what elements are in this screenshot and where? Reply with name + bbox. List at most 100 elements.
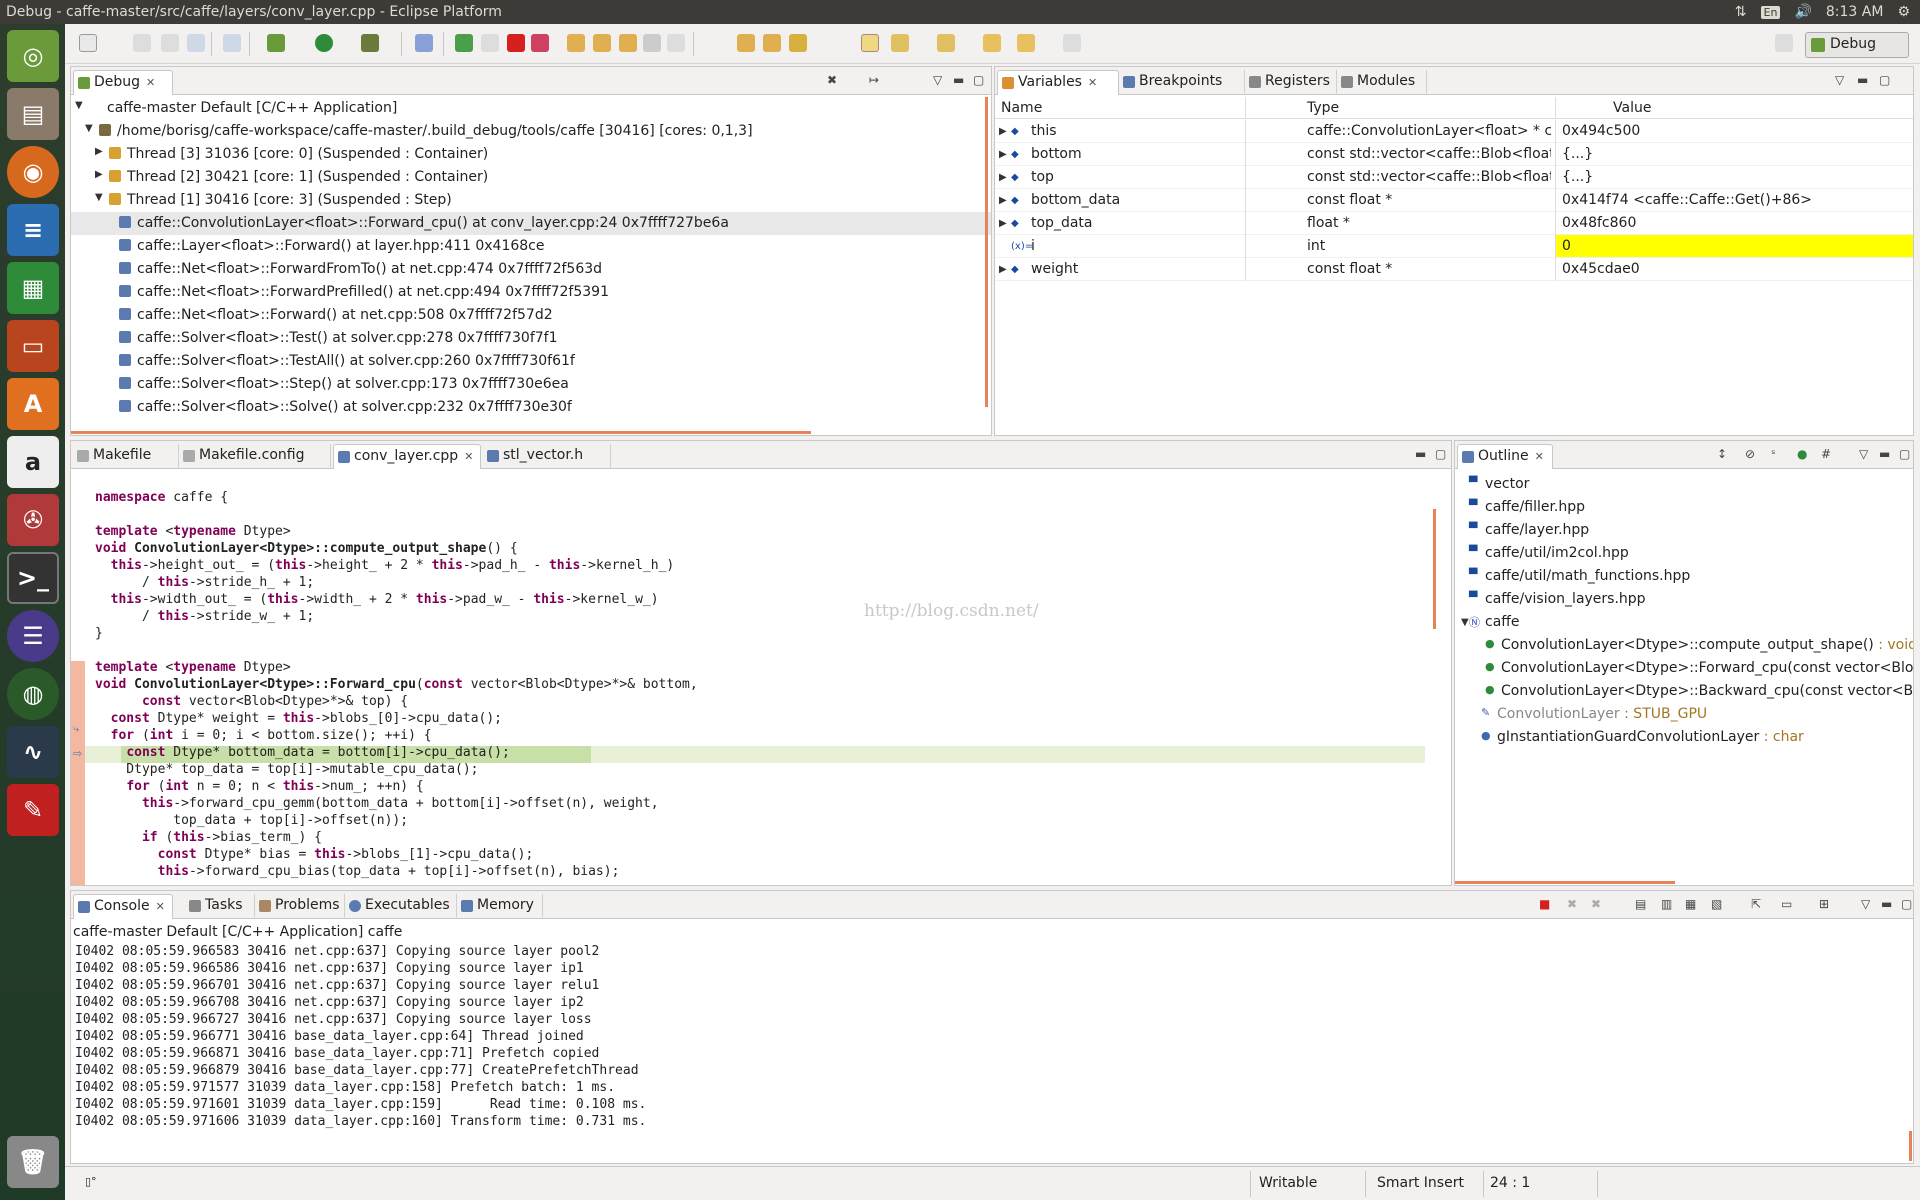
variable-row[interactable]: ▶ ◆ this caffe::ConvolutionLayer<float> * c… <box>995 120 1913 143</box>
minimize-icon[interactable]: ▬ <box>1415 447 1426 461</box>
expand-icon[interactable]: ▶ <box>999 195 1007 206</box>
close-icon[interactable]: ✕ <box>146 76 155 89</box>
outline-item[interactable]: ▀ vector <box>1455 473 1913 496</box>
tab-breakpoints[interactable]: Breakpoints <box>1119 70 1245 95</box>
settings-icon[interactable]: ✇ <box>7 494 59 546</box>
show-console-icon[interactable]: ▧ <box>1711 897 1722 911</box>
files-icon[interactable]: ▤ <box>7 88 59 140</box>
power-gear-icon[interactable]: ⚙ <box>1897 4 1910 20</box>
tab-registers[interactable]: Registers <box>1245 70 1337 95</box>
step-over-icon[interactable] <box>593 34 611 52</box>
tab-memory[interactable]: Memory <box>457 894 543 919</box>
hide-fields-icon[interactable]: ⊘ <box>1745 447 1755 461</box>
stack-frame[interactable]: caffe::Net<float>::ForwardPrefilled() at… <box>71 281 991 304</box>
outline-namespace[interactable]: ▼ Ⓝcaffe <box>1455 611 1913 634</box>
tree-thread[interactable]: ▼ Thread [1] 30416 [core: 3] (Suspended :… <box>71 189 991 212</box>
remove-all-icon[interactable]: ✖ <box>1591 897 1601 911</box>
suspend-icon[interactable] <box>481 34 499 52</box>
vertical-scrollbar[interactable] <box>1909 1131 1912 1161</box>
minimize-icon[interactable]: ▬ <box>1879 447 1890 461</box>
tree-app[interactable]: ▼ caffe-master Default [C/C++ Application… <box>71 97 991 120</box>
horizontal-scrollbar[interactable] <box>71 431 811 434</box>
save-icon[interactable] <box>133 34 151 52</box>
remove-launch-icon[interactable]: ✖ <box>1567 897 1577 911</box>
close-icon[interactable]: ✕ <box>1535 450 1544 463</box>
run-icon[interactable] <box>315 34 333 52</box>
pdf-icon[interactable]: ✎ <box>7 784 59 836</box>
display-console-icon[interactable]: ▭ <box>1781 897 1792 911</box>
skip-breakpoints-icon[interactable] <box>415 34 433 52</box>
resume-icon[interactable] <box>455 34 473 52</box>
outline-item[interactable]: ▀ caffe/vision_layers.hpp <box>1455 588 1913 611</box>
tab-problems[interactable]: Problems <box>255 894 345 919</box>
network-arrows-icon[interactable]: ⇅ <box>1735 4 1747 20</box>
clock[interactable]: 8:13 AM <box>1826 4 1884 20</box>
maximize-icon[interactable]: ▢ <box>973 73 984 87</box>
search-icon[interactable] <box>789 34 807 52</box>
minimize-icon[interactable]: ▬ <box>1857 73 1868 87</box>
stack-frame[interactable]: caffe::Solver<float>::TestAll() at solve… <box>71 350 991 373</box>
maximize-icon[interactable]: ▢ <box>1435 447 1446 461</box>
horizontal-scrollbar[interactable] <box>1455 881 1675 884</box>
expand-icon[interactable]: ▶ <box>999 149 1007 160</box>
variable-value[interactable]: 0x45cdae0 <box>1556 258 1913 280</box>
expand-icon[interactable]: ▶ <box>999 126 1007 137</box>
variable-row[interactable]: ▶ ◆ top_data float * 0x48fc860 <box>995 212 1913 235</box>
tab-makefile[interactable]: Makefile <box>73 444 179 469</box>
tab-executables[interactable]: Executables <box>345 894 457 919</box>
tree-thread[interactable]: ▶ Thread [3] 31036 [core: 0] (Suspended :… <box>71 143 991 166</box>
outline-item[interactable]: ● gInstantiationGuardConvolutionLayer : c… <box>1455 726 1913 749</box>
stack-frame[interactable]: caffe::Solver<float>::Solve() at solver.… <box>71 396 991 419</box>
view-menu-icon[interactable]: ▽ <box>1861 897 1870 911</box>
toggle-mark-occurrences-icon[interactable] <box>861 34 879 52</box>
column-value-header[interactable]: Value <box>1613 100 1651 116</box>
tree-thread[interactable]: ▶ Thread [2] 30421 [core: 1] (Suspended :… <box>71 166 991 189</box>
debug-run-icon[interactable] <box>267 34 285 52</box>
use-step-filters-icon[interactable] <box>667 34 685 52</box>
breakpoint-marker-icon[interactable]: ⤷ <box>73 722 79 736</box>
minimize-icon[interactable]: ▬ <box>1881 897 1892 911</box>
stack-frame[interactable]: caffe::Layer<float>::Forward() at layer.… <box>71 235 991 258</box>
tab-modules[interactable]: Modules <box>1337 70 1427 95</box>
tab-debug[interactable]: Debug ✕ <box>73 70 173 95</box>
pin-console-icon[interactable]: ⇱ <box>1751 897 1761 911</box>
variable-row[interactable]: ▶ ◆ weight const float * 0x45cdae0 <box>995 258 1913 281</box>
vertical-scrollbar[interactable] <box>985 97 988 407</box>
next-annotation-icon[interactable] <box>891 34 909 52</box>
open-perspective-icon[interactable] <box>1775 34 1793 52</box>
calc-icon[interactable]: ▦ <box>7 262 59 314</box>
tab-outline[interactable]: Outline ✕ <box>1457 444 1553 469</box>
last-edit-icon[interactable] <box>983 34 1001 52</box>
print-icon[interactable] <box>187 34 205 52</box>
eclipse-icon[interactable]: ☰ <box>7 610 59 662</box>
view-menu-icon[interactable]: ▽ <box>1835 73 1844 87</box>
variable-value[interactable]: 0x494c500 <box>1556 120 1913 142</box>
tab-variables[interactable]: Variables ✕ <box>997 70 1119 95</box>
maximize-icon[interactable]: ▢ <box>1879 73 1890 87</box>
sort-icon[interactable]: ↕ <box>1717 447 1727 461</box>
trash-icon[interactable]: 🗑 <box>7 1136 59 1188</box>
stack-frame[interactable]: caffe::Solver<float>::Test() at solver.c… <box>71 327 991 350</box>
network-icon[interactable]: ◍ <box>7 668 59 720</box>
amazon-icon[interactable]: a <box>7 436 59 488</box>
debug-perspective-button[interactable]: Debug <box>1805 32 1909 58</box>
disconnect-icon[interactable] <box>531 34 549 52</box>
variable-row[interactable]: ▶ ◆ bottom_data const float * 0x414f74 <caff… <box>995 189 1913 212</box>
code-area[interactable]: namespace caffe {template <typename Dtyp… <box>95 489 1415 883</box>
open-type-icon[interactable] <box>737 34 755 52</box>
variable-row[interactable]: ▶ ◆ bottom const std::vector<caffe::Blob<fl… <box>995 143 1913 166</box>
view-menu-icon[interactable]: ▽ <box>1859 447 1868 461</box>
variable-value[interactable]: 0x48fc860 <box>1556 212 1913 234</box>
build-icon[interactable] <box>223 34 241 52</box>
terminal-icon[interactable]: >_ <box>7 552 59 604</box>
variable-value[interactable]: {...} <box>1556 143 1913 165</box>
expand-icon[interactable]: ▶ <box>999 172 1007 183</box>
system-monitor-icon[interactable]: ∿ <box>7 726 59 778</box>
close-icon[interactable]: ✕ <box>464 450 473 463</box>
hide-macros-icon[interactable]: # <box>1821 447 1831 461</box>
outline-item[interactable]: ● ConvolutionLayer<Dtype>::compute_output… <box>1455 634 1913 657</box>
outline-item[interactable]: ▀ caffe/layer.hpp <box>1455 519 1913 542</box>
previous-annotation-icon[interactable] <box>937 34 955 52</box>
back-icon[interactable] <box>1017 34 1035 52</box>
drop-to-frame-icon[interactable] <box>643 34 661 52</box>
